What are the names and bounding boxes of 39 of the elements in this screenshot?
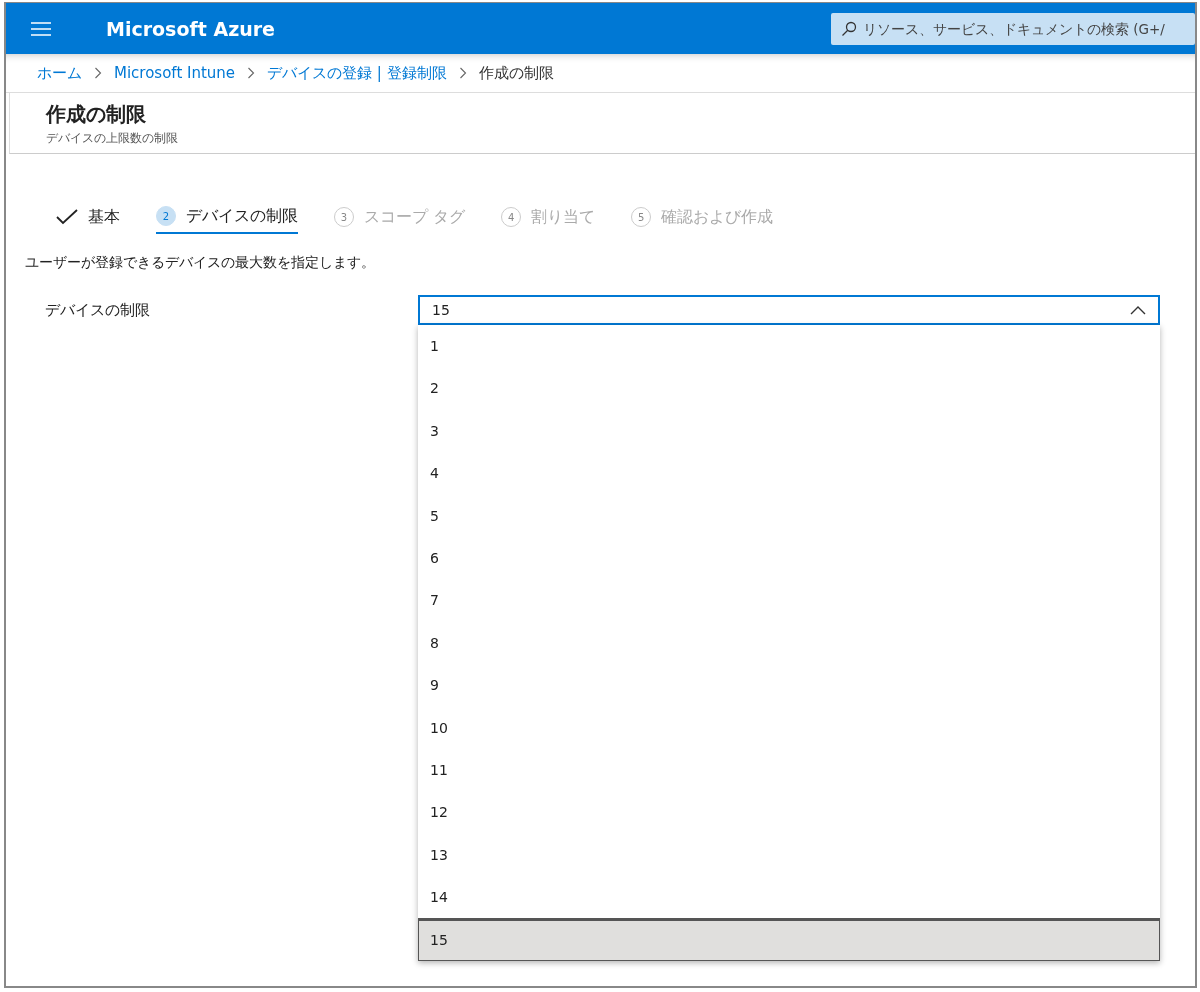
- page-subtitle: デバイスの上限数の制限: [46, 130, 179, 147]
- page-title: 作成の制限: [46, 101, 147, 128]
- dropdown-option[interactable]: 4: [418, 452, 1160, 495]
- description-text: ユーザーが登録できるデバイスの最大数を指定します。: [24, 253, 376, 272]
- dropdown-option[interactable]: 14: [418, 876, 1160, 919]
- wizard-step-tab[interactable]: 2 デバイスの制限: [156, 200, 298, 234]
- wizard-step-tab[interactable]: 3 スコープ タグ: [334, 200, 466, 234]
- app-title[interactable]: Microsoft Azure: [106, 17, 275, 40]
- dropdown-option[interactable]: 15: [418, 918, 1160, 961]
- search-field[interactable]: リソース、サービス、ドキュメントの検索 (G+/: [831, 12, 1195, 45]
- menu-icon: [31, 21, 51, 36]
- checkmark-icon: [56, 209, 78, 225]
- step-number-badge: 2: [156, 206, 176, 226]
- breadcrumb-link[interactable]: ホーム: [37, 63, 82, 83]
- dropdown-option[interactable]: 8: [418, 621, 1160, 665]
- wizard-step-tab[interactable]: 5 確認および作成: [631, 200, 774, 234]
- dropdown-option[interactable]: 5: [418, 494, 1160, 537]
- breadcrumb-current: 作成の制限: [478, 63, 554, 83]
- chevron-right-icon: [458, 67, 467, 79]
- dropdown-option[interactable]: 9: [418, 664, 1160, 707]
- dropdown-option[interactable]: 10: [418, 706, 1160, 749]
- dropdown-option[interactable]: 13: [418, 833, 1160, 877]
- breadcrumb-link[interactable]: Microsoft Intune: [114, 64, 236, 82]
- wizard-step-tab[interactable]: 4 割り当て: [501, 200, 596, 234]
- dropdown-option[interactable]: 3: [418, 409, 1160, 453]
- dropdown-option[interactable]: 11: [418, 748, 1160, 792]
- search-icon: [841, 20, 857, 37]
- chevron-right-icon: [94, 67, 102, 79]
- dropdown-field[interactable]: 15: [418, 295, 1160, 325]
- chevron-right-icon: [247, 67, 256, 79]
- breadcrumb-link[interactable]: デバイスの登録 | 登録制限: [267, 63, 447, 83]
- wizard-step-tab[interactable]: 基本: [56, 200, 120, 234]
- dropdown-option[interactable]: 2: [418, 367, 1160, 410]
- dropdown-option[interactable]: 6: [418, 536, 1160, 580]
- dropdown-option[interactable]: 12: [418, 791, 1160, 834]
- chevron-up-icon: [1130, 305, 1146, 315]
- field-label: デバイスの制限: [45, 300, 151, 321]
- dropdown-option[interactable]: 7: [418, 579, 1160, 622]
- dropdown-option[interactable]: 1: [418, 325, 1160, 368]
